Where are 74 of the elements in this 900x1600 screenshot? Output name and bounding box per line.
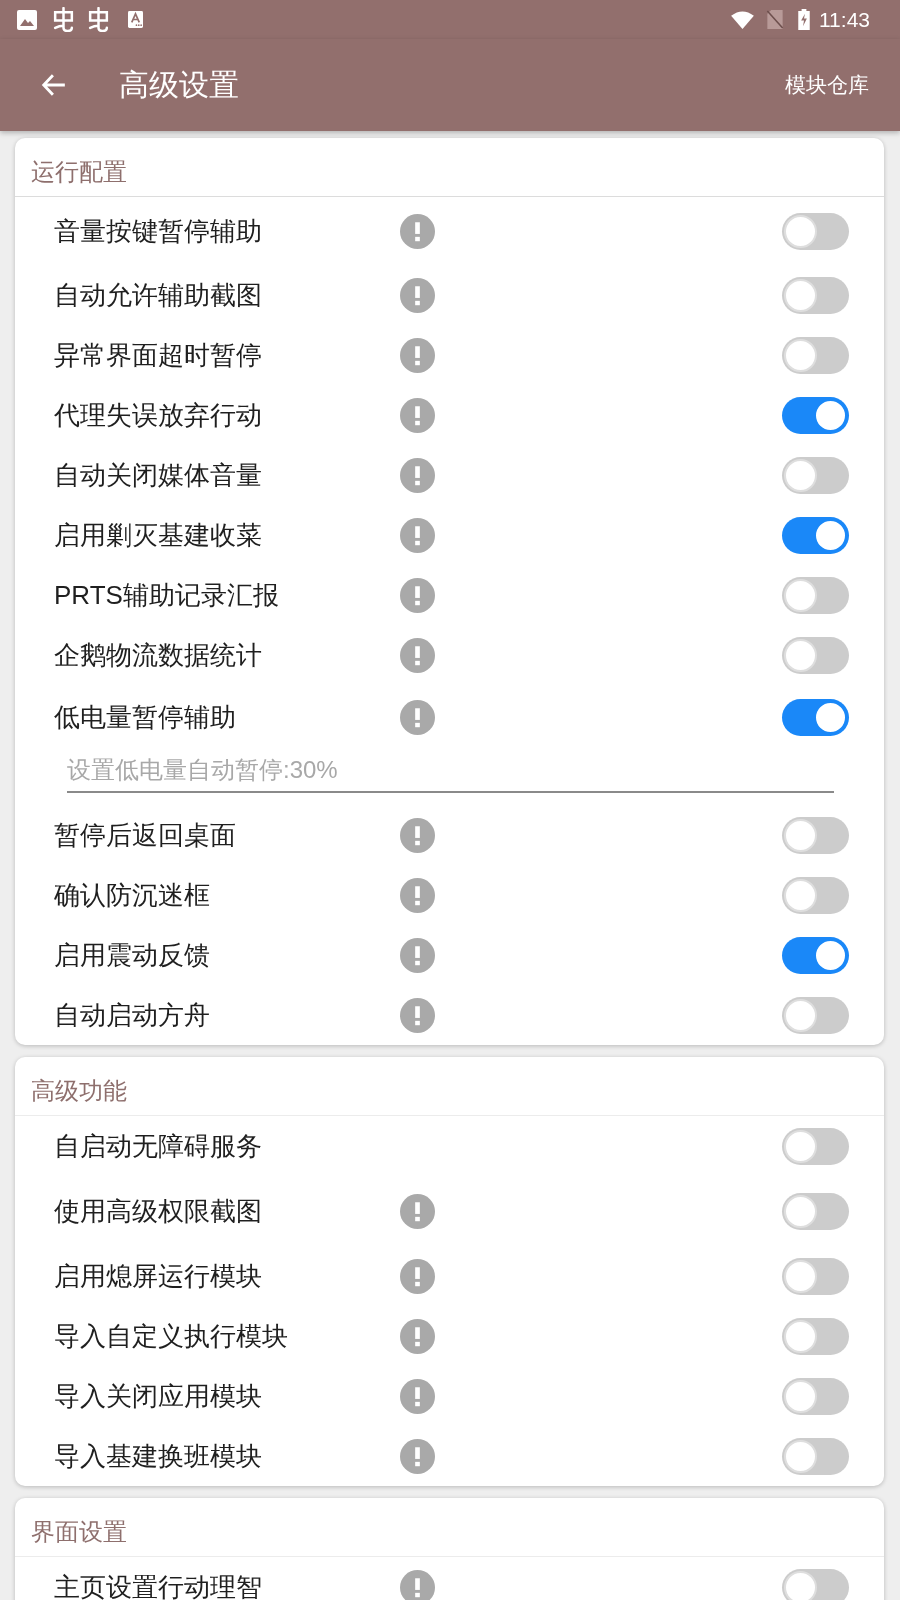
setting-label: 导入基建换班模块	[54, 1439, 263, 1473]
exclamation-icon[interactable]	[400, 637, 435, 673]
setting-label: 自动允许辅助截图	[54, 278, 263, 312]
setting-label: 代理失误放弃行动	[54, 398, 263, 432]
back-icon[interactable]	[41, 72, 67, 98]
toggle-switch[interactable]	[782, 456, 849, 494]
toggle-switch[interactable]	[782, 876, 849, 914]
toggle-switch[interactable]	[782, 1257, 849, 1295]
setting-label: 启用震动反馈	[54, 938, 211, 972]
no-sim-icon	[766, 9, 784, 30]
toggle-switch[interactable]	[782, 1192, 849, 1230]
toggle-switch[interactable]	[782, 1377, 849, 1415]
exclamation-icon[interactable]	[400, 1438, 435, 1474]
exclamation-icon[interactable]	[400, 213, 435, 249]
text-notification-icon	[128, 11, 143, 28]
section-title: 运行配置	[31, 158, 127, 186]
toggle-switch[interactable]	[782, 698, 849, 736]
toggle-switch[interactable]	[782, 1127, 849, 1165]
setting-label: 导入关闭应用模块	[54, 1379, 263, 1413]
exclamation-icon[interactable]	[400, 937, 435, 973]
toggle-switch[interactable]	[782, 576, 849, 614]
toggle-switch[interactable]	[782, 936, 849, 974]
module-library-button[interactable]: 模块仓库	[785, 67, 869, 103]
setting-label: 自动关闭媒体音量	[54, 458, 263, 492]
exclamation-icon[interactable]	[400, 577, 435, 613]
exclamation-icon[interactable]	[400, 699, 435, 735]
setting-label: PRTS辅助记录汇报	[54, 578, 280, 612]
setting-label: 确认防沉迷框	[54, 878, 211, 912]
setting-label: 启用剿灭基建收菜	[54, 518, 263, 552]
wifi-icon	[731, 10, 754, 29]
setting-label: 音量按键暂停辅助	[54, 214, 263, 248]
exclamation-icon[interactable]	[400, 517, 435, 553]
exclamation-icon[interactable]	[400, 997, 435, 1033]
input-field[interactable]: 设置低电量自动暂停:30%	[67, 749, 834, 793]
setting-label: 启用熄屏运行模块	[54, 1259, 263, 1293]
setting-label: 自启动无障碍服务	[54, 1129, 263, 1163]
toggle-switch[interactable]	[782, 1317, 849, 1355]
toggle-switch[interactable]	[782, 816, 849, 854]
exclamation-icon[interactable]	[400, 337, 435, 373]
exclamation-icon[interactable]	[400, 1193, 435, 1229]
toggle-switch[interactable]	[782, 276, 849, 314]
exclamation-icon[interactable]	[400, 1318, 435, 1354]
toggle-switch[interactable]	[782, 516, 849, 554]
toggle-switch[interactable]	[782, 1568, 849, 1600]
exclamation-icon[interactable]	[400, 1569, 435, 1600]
setting-label: 主页设置行动理智	[54, 1570, 263, 1600]
app-notification-icon	[51, 7, 76, 32]
exclamation-icon[interactable]	[400, 397, 435, 433]
exclamation-icon[interactable]	[400, 1258, 435, 1294]
exclamation-icon[interactable]	[400, 877, 435, 913]
screen-title: 高级设置	[119, 66, 240, 103]
clock-time: 11:43	[819, 7, 870, 32]
section-title: 界面设置	[31, 1518, 127, 1546]
setting-label: 自动启动方舟	[54, 998, 211, 1032]
setting-label: 导入自定义执行模块	[54, 1319, 289, 1353]
toggle-switch[interactable]	[782, 396, 849, 434]
setting-label: 企鹅物流数据统计	[54, 638, 263, 672]
toggle-switch[interactable]	[782, 212, 849, 250]
toggle-switch[interactable]	[782, 1437, 849, 1475]
image-icon	[17, 9, 37, 30]
battery-charging-icon	[798, 9, 810, 30]
setting-label: 暂停后返回桌面	[54, 818, 237, 852]
toggle-switch[interactable]	[782, 636, 849, 674]
exclamation-icon[interactable]	[400, 457, 435, 493]
toggle-switch[interactable]	[782, 996, 849, 1034]
exclamation-icon[interactable]	[400, 277, 435, 313]
setting-label: 使用高级权限截图	[54, 1194, 263, 1228]
exclamation-icon[interactable]	[400, 1378, 435, 1414]
toggle-switch[interactable]	[782, 336, 849, 374]
setting-label: 低电量暂停辅助	[54, 700, 237, 734]
exclamation-icon[interactable]	[400, 817, 435, 853]
setting-label: 异常界面超时暂停	[54, 338, 263, 372]
app-notification-icon	[86, 7, 111, 32]
section-title: 高级功能	[31, 1077, 127, 1105]
